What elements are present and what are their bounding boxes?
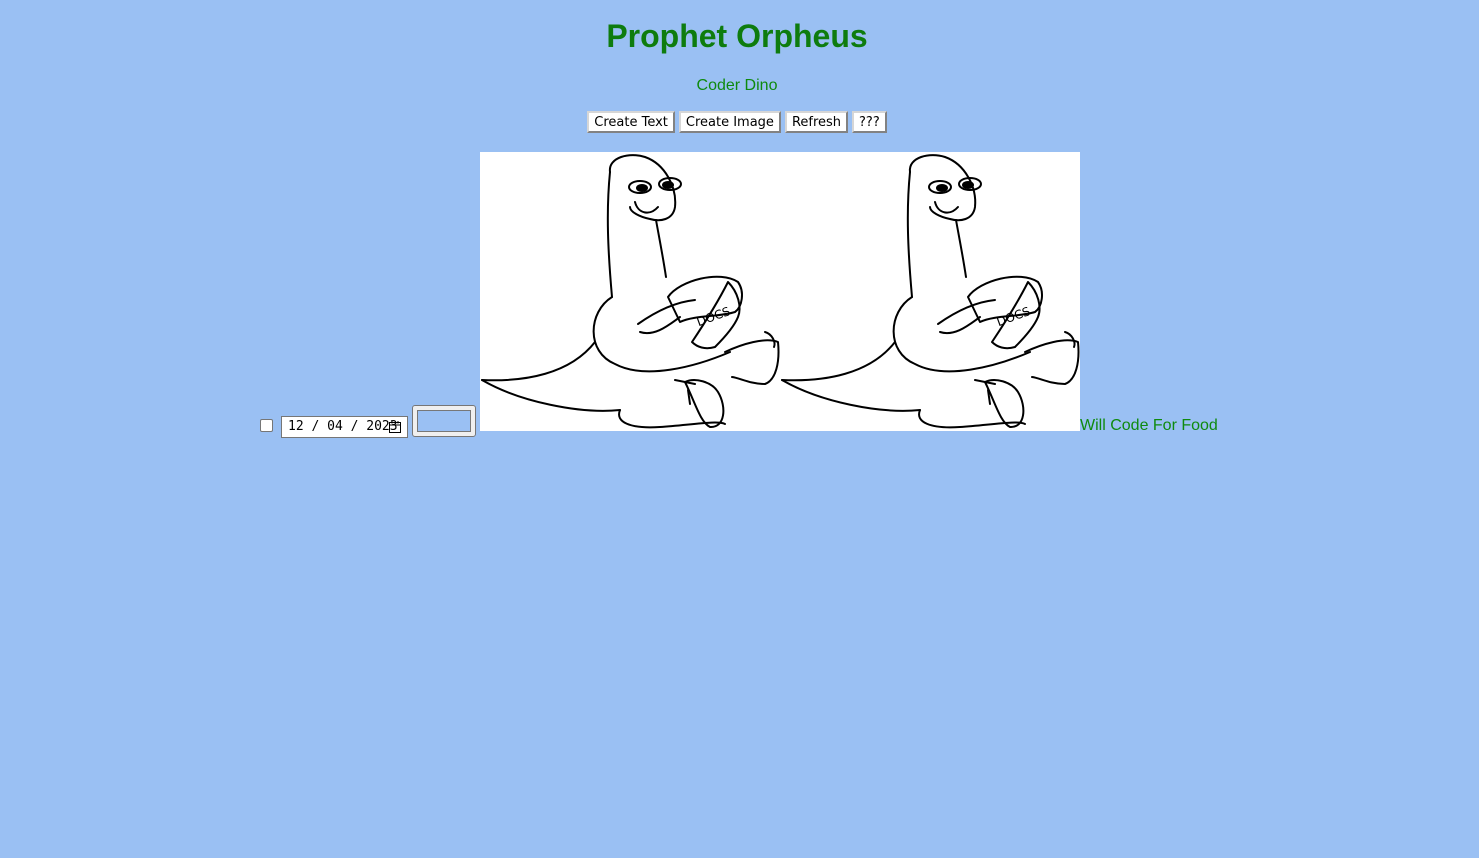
date-value: 12 / 04 / 2023 — [288, 419, 398, 434]
color-swatch — [417, 410, 471, 432]
calendar-icon[interactable] — [389, 421, 401, 433]
refresh-button[interactable]: Refresh — [784, 111, 849, 133]
color-picker[interactable] — [412, 405, 476, 437]
caption-text: Will Code For Food — [1080, 417, 1218, 434]
checkbox[interactable] — [260, 419, 273, 432]
dino-image: DOCS — [480, 152, 780, 431]
date-input[interactable]: 12 / 04 / 2023 — [281, 416, 408, 438]
create-image-button[interactable]: Create Image — [678, 111, 781, 133]
page-subtitle: Coder Dino — [696, 77, 778, 94]
content-row: 12 / 04 / 2023 DOCS DOCS Will Code For F… — [258, 152, 1228, 442]
dino-image: DOCS — [780, 152, 1080, 431]
create-text-button[interactable]: Create Text — [587, 111, 675, 133]
toolbar: Create Text Create Image Refresh ??? — [0, 111, 1474, 133]
page-title: Prophet Orpheus — [606, 18, 868, 54]
mystery-button[interactable]: ??? — [852, 111, 887, 133]
page: Prophet Orpheus Coder Dino Create Text C… — [0, 0, 1479, 858]
